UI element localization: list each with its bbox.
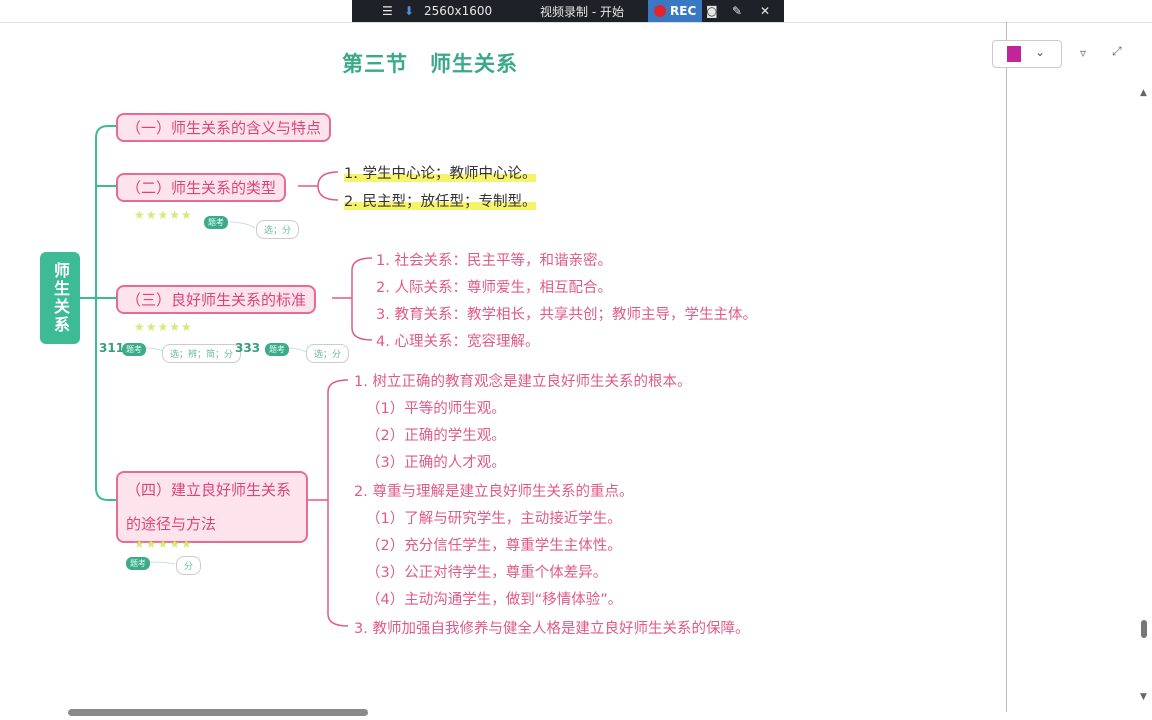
method-subitem: （1）平等的师生观。 — [366, 401, 506, 417]
question-type-tag: 选；分 — [256, 220, 300, 239]
exam-badge: 题考 — [126, 557, 150, 570]
root-node[interactable]: 师生关系 — [40, 252, 80, 344]
method-subitem: （2）正确的学生观。 — [366, 428, 506, 444]
method-subitem: （3）公正对待学生，尊重个体差异。 — [366, 565, 608, 581]
node-4[interactable]: （四）建立良好师生关系的途径与方法 — [116, 471, 308, 543]
app-switcher[interactable]: ⌄ — [992, 40, 1062, 68]
horizontal-scrollbar[interactable] — [68, 709, 368, 716]
standard-item: 3. 教育关系：教学相长，共享共创；教师主导，学生主体。 — [376, 307, 757, 323]
node-1[interactable]: （一）师生关系的含义与特点 — [116, 113, 332, 142]
exam-badge: 题考 — [204, 216, 228, 229]
node-2[interactable]: （二）师生关系的类型 — [116, 173, 287, 202]
standard-item: 4. 心理关系：宽容理解。 — [376, 334, 540, 350]
method-subitem: （2）充分信任学生，尊重学生主体性。 — [366, 538, 622, 554]
vertical-scrollbar[interactable] — [1141, 620, 1147, 638]
exam-badge: 题考 — [122, 343, 146, 356]
method-item: 1. 树立正确的教育观念是建立良好师生关系的根本。 — [354, 374, 692, 390]
node-3[interactable]: （三）良好师生关系的标准 — [116, 285, 317, 314]
question-type-tag: 分 — [176, 556, 202, 575]
type-item-1: 1. 学生中心论；教师中心论。 — [344, 166, 537, 182]
mindmap-connectors — [80, 125, 373, 627]
standard-item: 2. 人际关系：尊师爱生，相互配合。 — [376, 280, 612, 296]
scroll-up-arrow[interactable]: ▲ — [1140, 88, 1147, 98]
scroll-down-arrow[interactable]: ▼ — [1140, 692, 1147, 702]
chevron-down-icon: ⌄ — [1035, 45, 1046, 59]
method-item: 3. 教师加强自我修养与健全人格是建立良好师生关系的保障。 — [354, 621, 750, 637]
expand-icon[interactable]: ⤢ — [1112, 44, 1122, 59]
method-subitem: （1）了解与研究学生，主动接近学生。 — [366, 511, 622, 527]
question-type-tag: 选；辨；简；分 — [162, 344, 242, 363]
method-subitem: （3）正确的人才观。 — [366, 455, 506, 471]
method-subitem: （4）主动沟通学生，做到“移情体验”。 — [366, 592, 623, 608]
type-item-2: 2. 民主型；放任型；专制型。 — [344, 194, 537, 210]
standard-item: 1. 社会关系：民主平等，和谐亲密。 — [376, 253, 612, 269]
filter-icon[interactable]: ▿ — [1080, 46, 1086, 60]
rating-stars: ★★★★★ — [134, 537, 193, 551]
exam-code: 311 — [99, 341, 125, 355]
panel-divider — [1006, 22, 1007, 712]
exam-code: 333 — [235, 341, 261, 355]
method-item: 2. 尊重与理解是建立良好师生关系的重点。 — [354, 484, 634, 500]
app-icon — [1007, 46, 1021, 62]
exam-badge: 题考 — [265, 343, 289, 356]
rating-stars: ★★★★★ — [134, 208, 193, 222]
question-type-tag: 选；分 — [306, 344, 350, 363]
rating-stars: ★★★★★ — [134, 320, 193, 334]
